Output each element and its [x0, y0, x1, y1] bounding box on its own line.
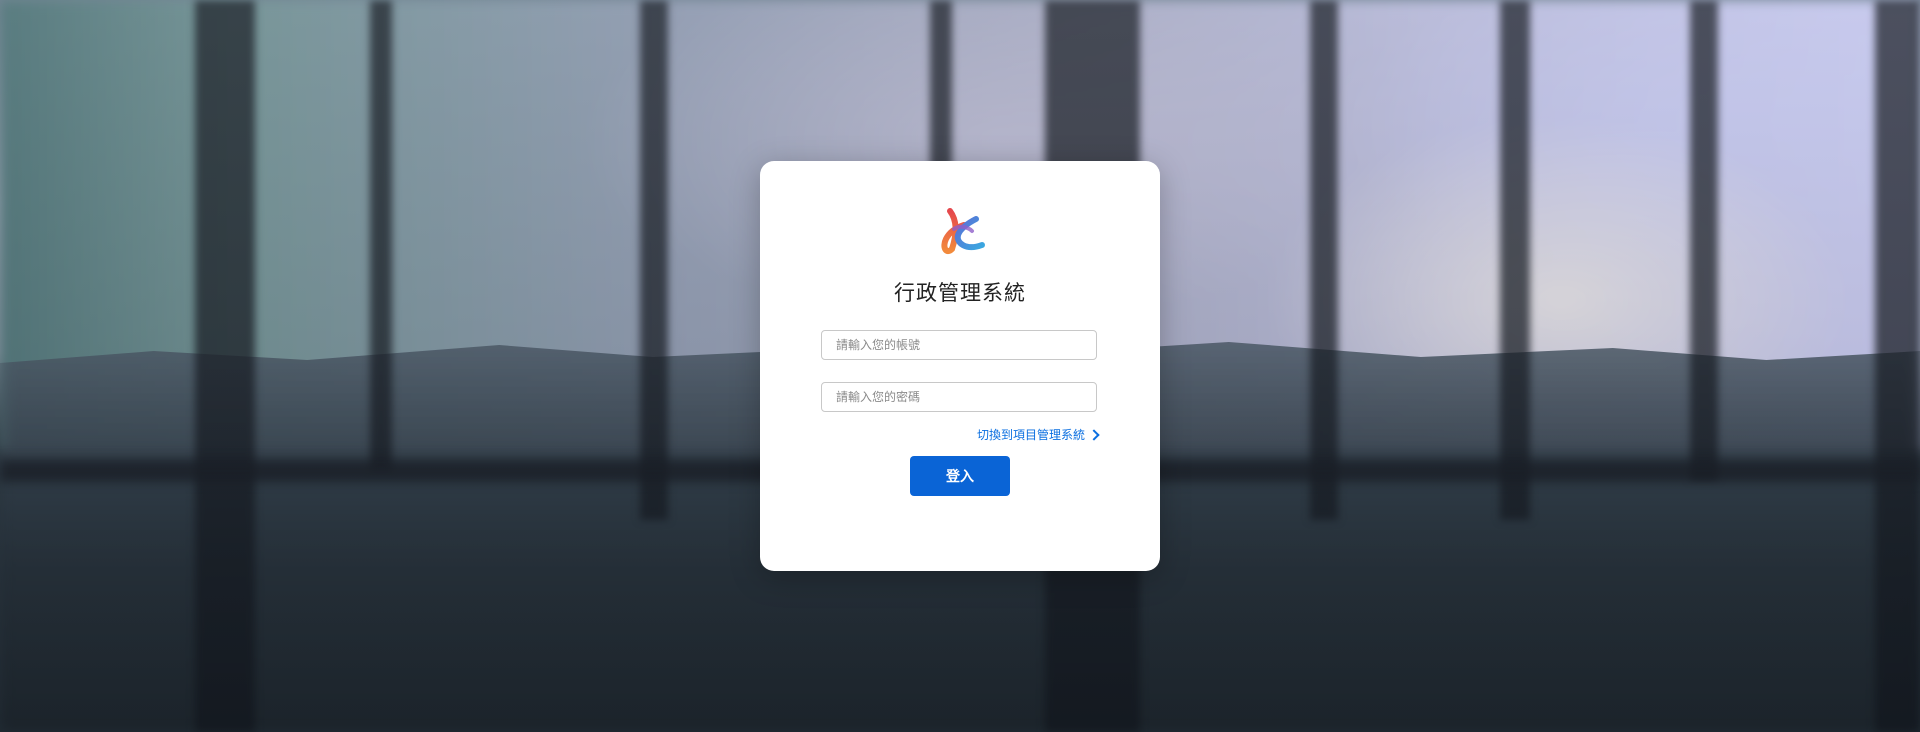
- brand-logo-icon: [941, 208, 985, 255]
- chevron-right-icon: [1088, 428, 1100, 441]
- account-input[interactable]: [821, 330, 1097, 360]
- switch-system-link[interactable]: 切換到項目管理系統: [976, 426, 1100, 443]
- switch-system-label: 切換到項目管理系統: [976, 428, 1085, 442]
- login-button[interactable]: 登入: [910, 456, 1010, 496]
- page-title: 行政管理系統: [894, 281, 1026, 305]
- password-input[interactable]: [821, 382, 1097, 412]
- login-card: 行政管理系統 切換到項目管理系統 登入: [760, 161, 1160, 571]
